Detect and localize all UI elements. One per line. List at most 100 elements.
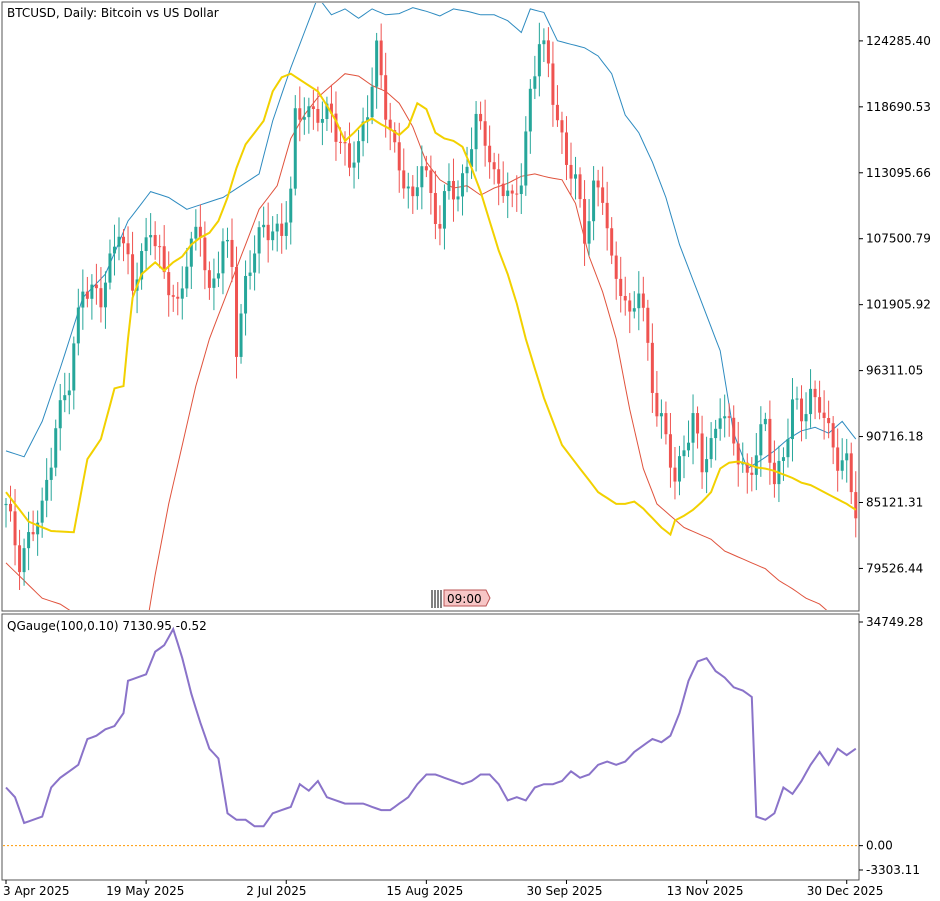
- candle: [45, 458, 49, 518]
- candle: [67, 372, 71, 415]
- candle: [411, 175, 415, 214]
- candle: [754, 433, 758, 491]
- price-tick-label: 90716.18: [866, 430, 923, 444]
- main-pane-border: [1, 1, 860, 612]
- candle: [167, 251, 171, 317]
- indicator-title: QGauge(100,0.10) 7130.95 -0.52: [7, 619, 207, 633]
- candle: [515, 175, 519, 212]
- candle: [176, 282, 180, 316]
- candle: [36, 510, 40, 556]
- time-tick-label: 19 May 2025: [106, 884, 184, 898]
- candle: [763, 412, 767, 432]
- candle: [524, 116, 528, 196]
- candle: [705, 436, 709, 494]
- price-tick-label: 118690.53: [866, 100, 931, 114]
- candle: [280, 203, 284, 254]
- candle: [180, 266, 184, 320]
- candle: [216, 251, 220, 288]
- time-tick-label: 30 Dec 2025: [807, 884, 884, 898]
- candle: [221, 228, 225, 295]
- candle: [90, 274, 94, 320]
- candle: [732, 405, 736, 456]
- candle: [542, 28, 546, 62]
- candle: [203, 221, 207, 290]
- candle: [569, 142, 573, 196]
- candle: [352, 141, 356, 189]
- candle: [144, 217, 148, 272]
- candle: [18, 529, 22, 590]
- candle: [601, 166, 605, 215]
- candle: [361, 107, 365, 157]
- candle: [809, 369, 813, 428]
- candle: [456, 180, 460, 212]
- candle: [194, 209, 198, 251]
- price-tick-label: 113095.66: [866, 166, 931, 180]
- candle: [488, 125, 492, 179]
- candle: [275, 213, 279, 252]
- candle: [587, 199, 591, 256]
- time-axis[interactable]: 3 Apr 2025 19 May 2025 2 Jul 2025 15 Aug 20…: [3, 880, 883, 898]
- candle: [727, 403, 731, 437]
- candle: [786, 418, 790, 468]
- time-marker[interactable]: 09:00: [431, 589, 491, 608]
- candle: [9, 485, 13, 522]
- candle: [750, 457, 754, 492]
- time-marker-label: 09:00: [447, 592, 482, 606]
- candle: [696, 406, 700, 449]
- candle: [790, 378, 794, 462]
- candle: [528, 79, 532, 154]
- candle: [420, 145, 424, 210]
- candle: [759, 406, 763, 477]
- candle: [257, 221, 261, 274]
- candle: [687, 420, 691, 458]
- candle: [555, 85, 559, 127]
- price-axis: 124285.40 118690.53 113095.66 107500.79 1019…: [859, 34, 931, 575]
- candle: [334, 91, 338, 161]
- candle: [31, 510, 35, 542]
- indicator-tick-label: 34749.28: [866, 615, 923, 629]
- candle: [185, 247, 189, 298]
- candle: [578, 167, 582, 208]
- candle: [429, 155, 433, 215]
- candle: [632, 291, 636, 319]
- candle: [772, 440, 776, 498]
- candle: [63, 372, 67, 413]
- candle: [225, 227, 229, 258]
- candle: [433, 170, 437, 240]
- candle: [592, 166, 596, 241]
- candle: [804, 392, 808, 440]
- candle: [506, 172, 510, 219]
- candle: [284, 201, 288, 250]
- candle: [22, 538, 26, 586]
- candle: [289, 176, 293, 245]
- candle: [415, 166, 419, 210]
- candle: [682, 435, 686, 479]
- price-tick-label: 85121.31: [866, 495, 923, 509]
- candle: [388, 102, 392, 151]
- candle: [393, 122, 397, 153]
- candle: [700, 415, 704, 489]
- candle: [49, 447, 53, 501]
- candle: [4, 498, 8, 528]
- chart-canvas: 124285.40 118690.53 113095.66 107500.79 1019…: [1, 1, 931, 898]
- candle: [483, 99, 487, 167]
- moving-average-layer: [5, 72, 857, 537]
- indicator-tick-label: 0.00: [866, 839, 893, 853]
- candle: [325, 96, 329, 131]
- candle: [198, 204, 202, 257]
- candle: [117, 217, 121, 261]
- candle: [583, 180, 587, 266]
- candle: [108, 239, 112, 290]
- candle: [131, 231, 135, 302]
- candle: [628, 292, 632, 334]
- candle: [614, 241, 618, 300]
- candle: [641, 276, 645, 322]
- candle: [818, 380, 822, 420]
- candle: [438, 205, 442, 246]
- indicator-tick-label: -3303.11: [866, 863, 920, 877]
- candle: [230, 218, 234, 283]
- candle: [840, 438, 844, 480]
- time-tick-label: 13 Nov 2025: [667, 884, 744, 898]
- candle: [795, 386, 799, 410]
- candle: [723, 394, 727, 438]
